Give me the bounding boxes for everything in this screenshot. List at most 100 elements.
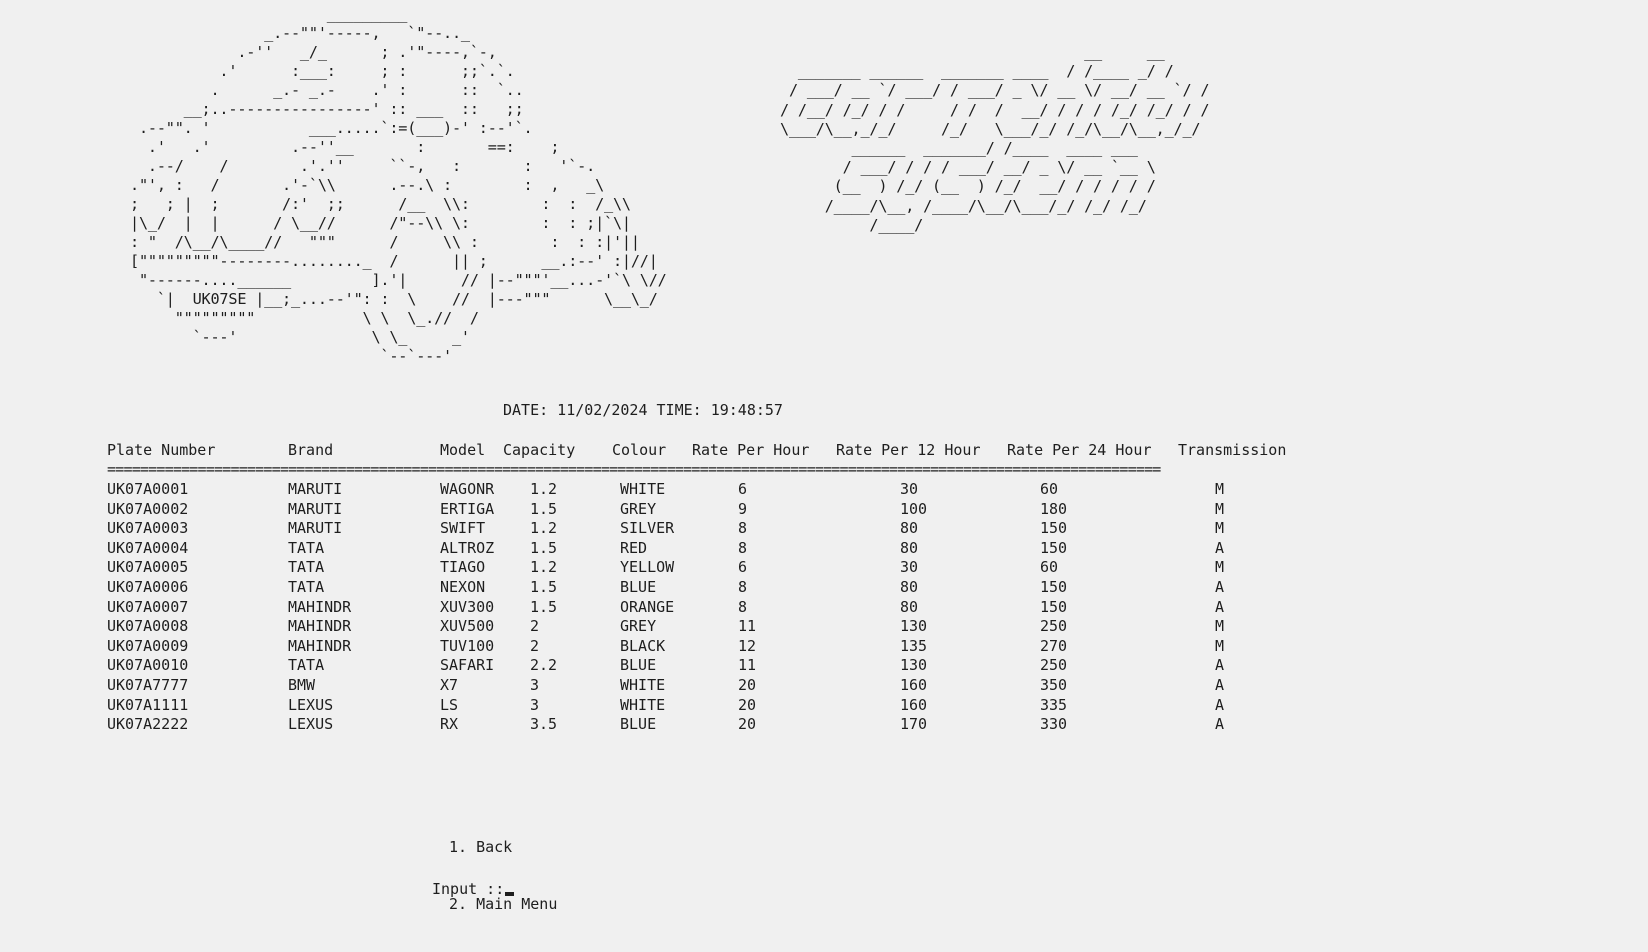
cell-plate-number: UK07A0006 <box>107 578 189 596</box>
cell-transmission: M <box>1215 558 1225 577</box>
cell-model: WAGONR <box>440 480 495 498</box>
cell-brand: MAHINDR <box>288 597 352 616</box>
table-row: UK07A7777 BMW X7 3 WHITE 20 160 350 A <box>0 676 1648 695</box>
cell-rate-per-hour: 8 <box>738 538 748 557</box>
cell-model: NEXON <box>440 578 486 596</box>
table-row: UK07A0002 MARUTI ERTIGA 1.5 GREY 9 100 180 M <box>0 500 1648 519</box>
column-header-transmission: Transmission <box>1178 441 1287 459</box>
cell-transmission: A <box>1215 695 1225 714</box>
cell-model: XUV500 <box>440 617 495 636</box>
cell-transmission: A <box>1215 656 1225 675</box>
cell-rate-per-12-hour: 160 <box>900 676 928 694</box>
cell-plate-number: UK07A0003 <box>107 519 189 538</box>
cell-rate-per-12-hour: 130 <box>900 656 928 675</box>
cell-model: X7 <box>440 676 459 694</box>
cell-rate-per-24-hour: 150 <box>1040 578 1068 596</box>
cell-rate-per-hour: 11 <box>738 617 757 636</box>
cell-brand: LEXUS <box>288 695 334 714</box>
cell-rate-per-24-hour: 250 <box>1040 617 1068 636</box>
cell-brand: TATA <box>288 578 325 596</box>
cell-rate-per-24-hour: 150 <box>1040 538 1068 557</box>
cell-transmission: A <box>1215 578 1225 596</box>
cell-transmission: A <box>1215 676 1225 694</box>
cell-model: RX <box>440 715 459 734</box>
input-prompt[interactable]: Input :: <box>432 880 515 899</box>
cell-colour: YELLOW <box>620 558 675 577</box>
cell-rate-per-12-hour: 135 <box>900 636 928 655</box>
cell-colour: ORANGE <box>620 597 675 616</box>
cell-rate-per-12-hour: 80 <box>900 597 919 616</box>
cell-plate-number: UK07A0008 <box>107 617 189 636</box>
cell-brand: LEXUS <box>288 715 334 734</box>
table-row: UK07A2222 LEXUS RX 3.5 BLUE 20 170 330 A <box>0 715 1648 734</box>
column-header-rate-per-12-hour: Rate Per 12 Hour <box>836 441 981 459</box>
cell-transmission: M <box>1215 636 1225 655</box>
table-header: Plate Number Brand Model Capacity Colour… <box>0 441 1648 460</box>
cell-plate-number: UK07A0002 <box>107 499 189 518</box>
menu-item-back[interactable]: 1. Back <box>449 838 557 857</box>
cell-plate-number: UK07A0007 <box>107 597 189 616</box>
table-row: UK07A1111 LEXUS LS 3 WHITE 20 160 335 A <box>0 696 1648 715</box>
table-row: UK07A0005 TATA TIAGO 1.2 YELLOW 6 30 60 M <box>0 558 1648 577</box>
cell-transmission: A <box>1215 715 1225 734</box>
cell-rate-per-24-hour: 270 <box>1040 636 1068 655</box>
table-row: UK07A0003 MARUTI SWIFT 1.2 SILVER 8 80 150 M <box>0 519 1648 538</box>
cell-capacity: 2 <box>530 617 540 636</box>
cell-rate-per-hour: 20 <box>738 695 757 714</box>
table-separator: ========================================… <box>107 460 1161 478</box>
column-header-rate-per-24-hour: Rate Per 24 Hour <box>1007 441 1152 459</box>
cell-model: TUV100 <box>440 636 495 655</box>
cell-rate-per-24-hour: 150 <box>1040 597 1068 616</box>
cell-transmission: M <box>1215 480 1225 498</box>
table-row: UK07A0009 MAHINDR TUV100 2 BLACK 12 135 270 M <box>0 637 1648 656</box>
cell-colour: BLUE <box>620 715 657 734</box>
cell-rate-per-12-hour: 100 <box>900 499 928 518</box>
cell-capacity: 1.2 <box>530 480 558 498</box>
date-time-line: DATE: 11/02/2024 TIME: 19:48:57 <box>503 401 783 419</box>
cell-rate-per-24-hour: 250 <box>1040 656 1068 675</box>
cell-transmission: A <box>1215 597 1225 616</box>
cell-brand: TATA <box>288 538 325 557</box>
cell-plate-number: UK07A0005 <box>107 558 189 577</box>
cell-colour: WHITE <box>620 480 666 498</box>
column-header-brand: Brand <box>288 441 334 459</box>
cell-capacity: 3.5 <box>530 715 558 734</box>
cell-capacity: 1.5 <box>530 538 558 557</box>
cell-rate-per-hour: 8 <box>738 578 748 596</box>
column-header-capacity: Capacity <box>503 441 576 459</box>
cell-capacity: 1.5 <box>530 499 558 518</box>
cell-rate-per-hour: 20 <box>738 676 757 694</box>
cell-plate-number: UK07A0010 <box>107 656 189 675</box>
cell-colour: BLUE <box>620 578 657 596</box>
console-window: _________ _.--""'-----, `"--.._ .-'' _/_… <box>0 0 1648 938</box>
cell-rate-per-24-hour: 150 <box>1040 519 1068 538</box>
cell-rate-per-12-hour: 170 <box>900 715 928 734</box>
cell-model: XUV300 <box>440 597 495 616</box>
table-row: UK07A0006 TATA NEXON 1.5 BLUE 8 80 150 A <box>0 578 1648 597</box>
cell-rate-per-hour: 20 <box>738 715 757 734</box>
input-prompt-label: Input :: <box>432 880 505 898</box>
cell-colour: BLACK <box>620 636 666 655</box>
column-header-colour: Colour <box>612 441 667 459</box>
cell-colour: SILVER <box>620 519 675 538</box>
table-row: UK07A0007 MAHINDR XUV300 1.5 ORANGE 8 80 150 A <box>0 598 1648 617</box>
cell-capacity: 1.5 <box>530 578 558 596</box>
cell-model: TIAGO <box>440 558 486 577</box>
cell-rate-per-24-hour: 60 <box>1040 480 1059 498</box>
cell-rate-per-hour: 8 <box>738 519 748 538</box>
cell-plate-number: UK07A1111 <box>107 695 189 714</box>
cell-colour: BLUE <box>620 656 657 675</box>
cell-colour: RED <box>620 538 648 557</box>
cell-rate-per-hour: 8 <box>738 597 748 616</box>
cell-rate-per-hour: 6 <box>738 480 748 498</box>
table-row: UK07A0008 MAHINDR XUV500 2 GREY 11 130 250 M <box>0 617 1648 636</box>
cell-plate-number: UK07A0009 <box>107 636 189 655</box>
cell-capacity: 2.2 <box>530 656 558 675</box>
cell-rate-per-hour: 12 <box>738 636 757 655</box>
cell-brand: MARUTI <box>288 519 343 538</box>
cell-rate-per-24-hour: 180 <box>1040 499 1068 518</box>
cell-capacity: 3 <box>530 676 540 694</box>
column-header-model: Model <box>440 441 486 459</box>
cell-rate-per-hour: 11 <box>738 656 757 675</box>
cell-transmission: M <box>1215 617 1225 636</box>
